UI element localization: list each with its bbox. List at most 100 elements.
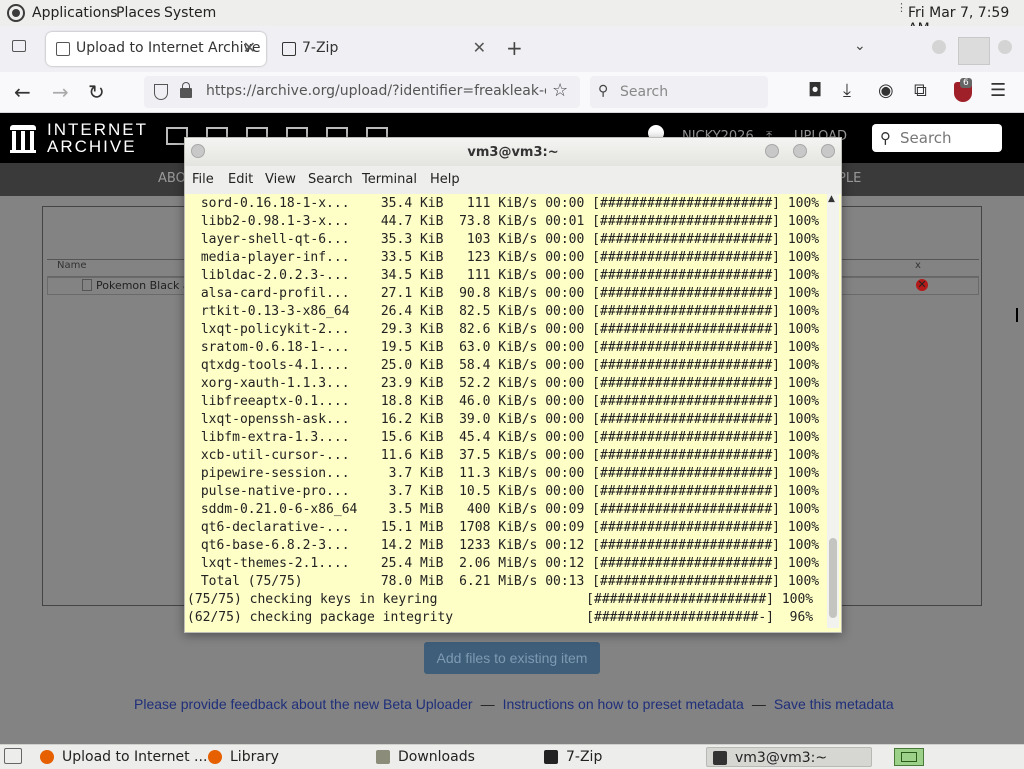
ia-logo-icon[interactable] [10, 123, 36, 153]
task-label: Downloads [398, 749, 475, 765]
file-icon [82, 279, 92, 291]
separator: — [480, 696, 495, 712]
scrollbar-thumb[interactable] [829, 538, 837, 618]
separator: — [751, 696, 766, 712]
url-bar[interactable]: https://archive.org/upload/?identifier=f… [144, 76, 580, 108]
search-icon: ⚲ [880, 129, 891, 147]
firefox-icon [208, 750, 222, 764]
task-upload-internet-archive[interactable]: Upload to Internet ... [34, 747, 207, 767]
terminal-line: qt6-declarative-... 15.1 MiB 1708 KiB/s … [193, 520, 820, 535]
bookmark-star-icon[interactable]: ☆ [552, 80, 568, 101]
panel-handle-icon[interactable]: ⋮ [896, 2, 907, 13]
task-downloads[interactable]: Downloads [370, 747, 534, 767]
lock-icon[interactable] [180, 82, 192, 98]
close-icon[interactable] [821, 144, 835, 158]
terminal-line: layer-shell-qt-6... 35.3 KiB 103 KiB/s 0… [193, 232, 820, 247]
terminal-line: libfreeaptx-0.1.... 18.8 KiB 46.0 KiB/s … [193, 394, 820, 409]
remove-column-header: x [915, 260, 921, 271]
show-desktop-icon[interactable] [4, 748, 22, 764]
tab-title: 7-Zip [302, 40, 339, 56]
footer-links: Please provide feedback about the new Be… [134, 696, 894, 712]
terminal-line: media-player-inf... 33.5 KiB 123 KiB/s 0… [193, 250, 820, 265]
extensions-icon[interactable]: ⧉ [914, 80, 927, 101]
terminal-scrollbar[interactable]: ▲ [827, 194, 839, 628]
terminal-line: xcb-util-cursor-... 11.6 KiB 37.5 KiB/s … [193, 448, 820, 463]
terminal-line: alsa-card-profil... 27.1 KiB 90.8 KiB/s … [193, 286, 820, 301]
reload-icon[interactable]: ↻ [88, 80, 105, 104]
places-menu[interactable]: Places [116, 5, 161, 21]
terminal-line: qtxdg-tools-4.1.... 25.0 KiB 58.4 KiB/s … [193, 358, 820, 373]
minimize-icon[interactable] [765, 144, 779, 158]
distro-logo-icon[interactable] [7, 4, 25, 22]
7zip-icon [544, 750, 558, 764]
terminal-title: vm3@vm3:~ [467, 145, 559, 160]
archive-favicon-icon [56, 42, 70, 56]
search-input[interactable]: ⚲ Search [590, 76, 768, 108]
terminal-line: libb2-0.98.1-3-x... 44.7 KiB 73.8 KiB/s … [193, 214, 820, 229]
scroll-up-icon[interactable]: ▲ [828, 194, 835, 204]
maximize-icon[interactable] [793, 144, 807, 158]
menu-icon[interactable]: ☰ [990, 80, 1006, 101]
applications-menu[interactable]: Applications [32, 5, 118, 21]
remove-file-icon[interactable]: ✕ [916, 279, 928, 291]
terminal-line: rtkit-0.13-3-x86_64 26.4 KiB 82.5 KiB/s … [193, 304, 820, 319]
new-tab-icon[interactable]: + [506, 36, 523, 60]
window-minimize-icon[interactable] [932, 40, 946, 54]
forward-icon[interactable]: → [52, 80, 69, 104]
ublock-badge: 6 [960, 78, 972, 88]
back-icon[interactable]: ← [14, 80, 31, 104]
menu-help[interactable]: Help [430, 172, 460, 187]
account-icon[interactable]: ◉ [878, 80, 894, 101]
menu-terminal[interactable]: Terminal [362, 172, 417, 187]
ia-logo-text[interactable]: INTERNET ARCHIVE [47, 121, 148, 155]
instructions-link[interactable]: Instructions on how to preset metadata [503, 696, 744, 712]
task-label: vm3@vm3:~ [735, 750, 828, 766]
tab-7zip[interactable]: 7-Zip ✕ [272, 32, 496, 66]
terminal-line: Total (75/75) 78.0 MiB 6.21 MiB/s 00:13 … [193, 574, 820, 589]
tab-upload-internet-archive[interactable]: Upload to Internet Archive ✕ [46, 32, 266, 66]
terminal-line: lxqt-themes-2.1.... 25.4 MiB 2.06 MiB/s … [193, 556, 820, 571]
task-label: Upload to Internet ... [62, 749, 208, 765]
url-text[interactable]: https://archive.org/upload/?identifier=f… [206, 83, 546, 99]
folder-icon [376, 750, 390, 764]
downloads-icon[interactable]: ⤓ [843, 80, 851, 101]
system-menu[interactable]: System [164, 5, 216, 21]
subnav-about-link[interactable]: ABO [158, 171, 186, 186]
menu-edit[interactable]: Edit [228, 172, 253, 187]
terminal-line: qt6-base-6.8.2-3... 14.2 MiB 1233 KiB/s … [193, 538, 820, 553]
list-all-tabs-icon[interactable]: ⌄ [854, 38, 866, 54]
save-metadata-link[interactable]: Save this metadata [774, 696, 894, 712]
tab-list-icon[interactable] [12, 40, 26, 52]
close-tab-icon[interactable]: ✕ [243, 38, 256, 57]
terminal-line: lxqt-openssh-ask... 16.2 KiB 39.0 KiB/s … [193, 412, 820, 427]
task-label: Library [230, 749, 279, 765]
terminal-line: xorg-xauth-1.1.3... 23.9 KiB 52.2 KiB/s … [193, 376, 820, 391]
menu-view[interactable]: View [265, 172, 296, 187]
pocket-icon[interactable]: ◘ [808, 80, 822, 101]
file-name: Pokemon Black a [96, 279, 190, 292]
window-restore-icon[interactable] [958, 37, 990, 65]
mouse-cursor-icon [1016, 308, 1024, 322]
menu-file[interactable]: File [192, 172, 214, 187]
task-library[interactable]: Library [202, 747, 366, 767]
terminal-line: libldac-2.0.2.3-... 34.5 KiB 111 KiB/s 0… [193, 268, 820, 283]
tracking-protection-icon[interactable] [154, 84, 168, 100]
search-placeholder: Search [620, 84, 669, 100]
task-terminal[interactable]: vm3@vm3:~ [706, 747, 872, 767]
task-7zip[interactable]: 7-Zip [538, 747, 702, 767]
terminal-output[interactable]: sord-0.16.18-1-x... 35.4 KiB 111 KiB/s 0… [185, 194, 825, 630]
feedback-link[interactable]: Please provide feedback about the new Be… [134, 696, 473, 712]
add-files-button[interactable]: Add files to existing item [424, 642, 600, 674]
ia-search-input[interactable]: ⚲ Search [872, 124, 1002, 152]
top-panel: Applications Places System ⋮ Fri Mar 7, … [0, 0, 1024, 37]
terminal-titlebar[interactable]: vm3@vm3:~ [185, 138, 841, 166]
7zip-favicon-icon [282, 42, 296, 56]
terminal-menubar: File Edit View Search Terminal Help [185, 166, 841, 194]
workspace-switcher[interactable] [894, 748, 924, 766]
taskbar: Upload to Internet ... Library Downloads… [0, 744, 1024, 769]
terminal-line: lxqt-policykit-2... 29.3 KiB 82.6 KiB/s … [193, 322, 820, 337]
close-tab-icon[interactable]: ✕ [473, 38, 486, 57]
terminal-window[interactable]: vm3@vm3:~ File Edit View Search Terminal… [184, 137, 842, 633]
menu-search[interactable]: Search [308, 172, 353, 187]
window-close-icon[interactable] [998, 40, 1012, 54]
